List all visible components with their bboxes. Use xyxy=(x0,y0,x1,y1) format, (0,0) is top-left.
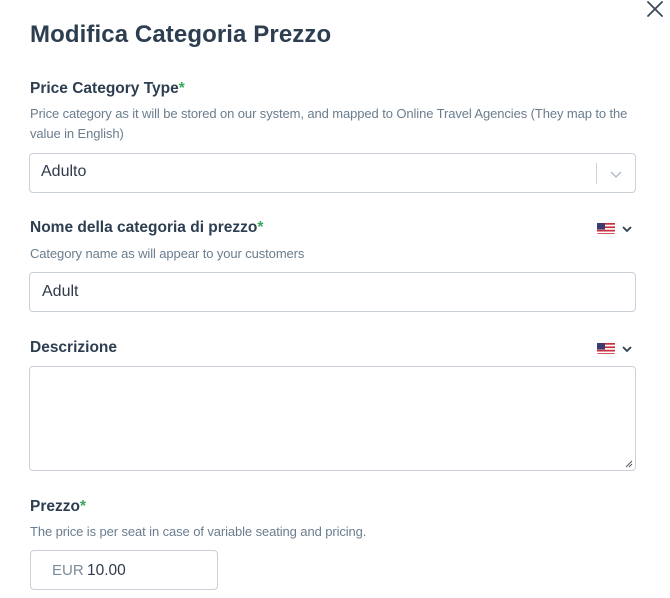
price-input[interactable]: EUR 10.00 xyxy=(30,550,218,590)
us-flag-icon xyxy=(597,342,615,354)
price-label: Prezzo* xyxy=(30,498,86,516)
price-category-type-selected-value: Adulto xyxy=(41,163,87,180)
category-name-label-text: Nome della categoria di prezzo xyxy=(30,219,258,236)
modal-title: Modifica Categoria Prezzo xyxy=(30,21,332,48)
price-help: The price is per seat in case of variabl… xyxy=(30,524,367,539)
price-label-text: Prezzo xyxy=(30,498,80,515)
currency-label: EUR xyxy=(52,562,84,579)
chevron-down-icon xyxy=(622,346,632,353)
price-category-type-select[interactable]: Adulto xyxy=(29,153,636,193)
description-textarea[interactable] xyxy=(29,366,636,471)
resize-handle-icon[interactable] xyxy=(625,460,633,468)
chevron-down-icon xyxy=(622,226,632,233)
description-label: Descrizione xyxy=(30,339,118,356)
price-category-type-label-text: Price Category Type xyxy=(30,80,179,97)
price-value: 10.00 xyxy=(87,562,126,579)
required-mark: * xyxy=(257,219,264,236)
description-language-switch[interactable] xyxy=(596,339,636,359)
required-mark: * xyxy=(178,80,185,97)
category-name-label: Nome della categoria di prezzo* xyxy=(30,219,263,237)
close-icon xyxy=(647,1,663,17)
category-name-value: Adult xyxy=(42,283,79,300)
required-mark: * xyxy=(79,498,87,515)
close-button[interactable] xyxy=(644,0,666,20)
category-name-input[interactable]: Adult xyxy=(29,272,636,312)
price-category-type-help: Price category as it will be stored on o… xyxy=(30,106,628,141)
select-separator xyxy=(596,163,597,184)
chevron-down-icon[interactable] xyxy=(609,167,623,181)
us-flag-icon xyxy=(597,222,615,234)
category-name-language-switch[interactable] xyxy=(596,219,636,239)
price-category-type-label: Price Category Type* xyxy=(30,80,185,98)
category-name-help: Category name as will appear to your cus… xyxy=(30,246,305,261)
